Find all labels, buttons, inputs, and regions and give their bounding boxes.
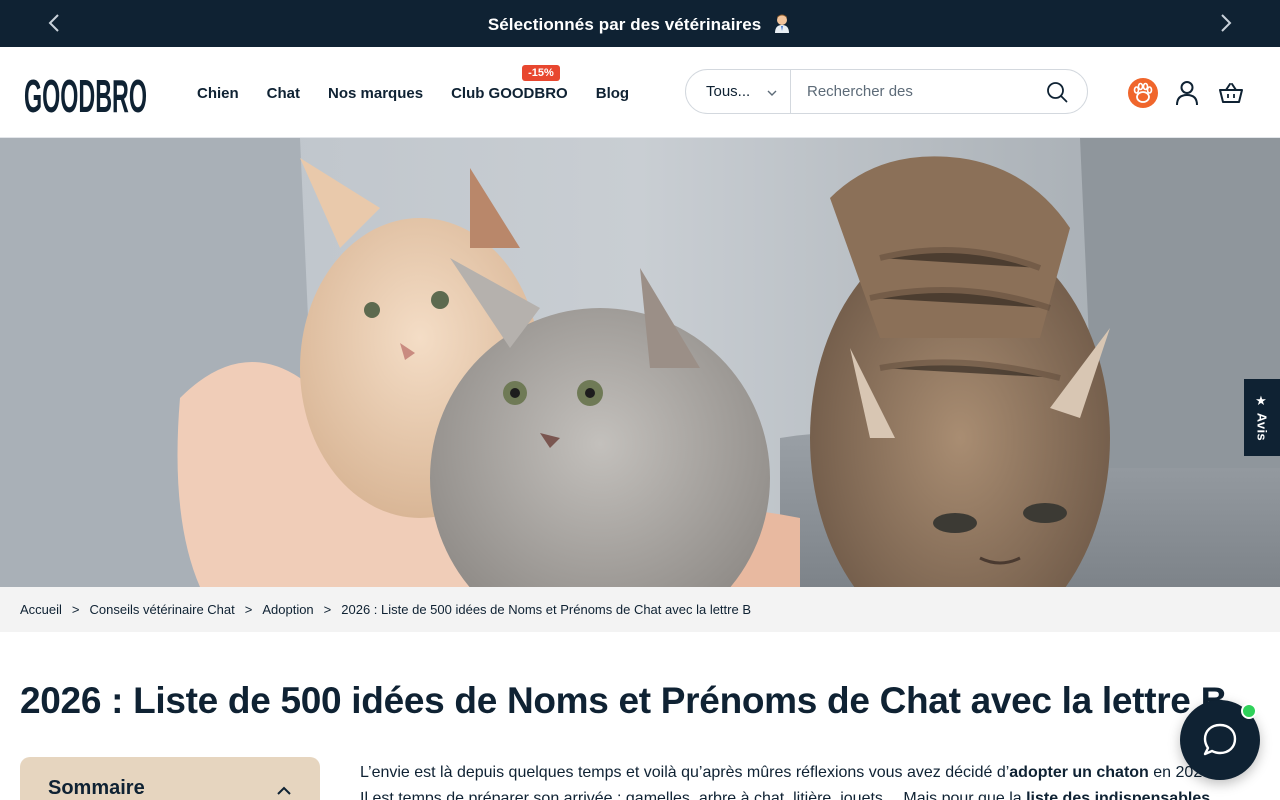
search-icon[interactable] [1045, 80, 1069, 104]
nav-item-nos-marques[interactable]: Nos marques [328, 85, 423, 102]
announcement-message: Sélectionnés par des vétérinaires [487, 14, 762, 34]
chat-bubble-icon [1203, 723, 1237, 756]
chevron-left-icon[interactable] [43, 12, 65, 34]
header-icons [1127, 77, 1259, 109]
site-header: GOODBRO Chien Chat Nos marques Club GOOD… [0, 47, 1280, 138]
basket-icon[interactable] [1215, 77, 1247, 109]
intro-text: Il est temps de préparer son arrivée : g… [360, 790, 1027, 800]
chevron-right-icon[interactable] [1215, 12, 1237, 34]
breadcrumb-separator: > [323, 602, 332, 617]
intro-line-1: L’envie est là depuis quelques temps et … [360, 760, 1260, 786]
reviews-tab[interactable]: ★ Avis [1244, 379, 1280, 456]
chevron-up-icon [276, 783, 292, 799]
page-title: 2026 : Liste de 500 idées de Noms et Pré… [20, 680, 1227, 721]
online-status-dot [1241, 703, 1257, 719]
nav-item-chien[interactable]: Chien [197, 85, 239, 102]
sommaire-label: Sommaire [48, 777, 145, 799]
paw-icon[interactable] [1127, 77, 1159, 109]
veterinarian-emoji-icon [772, 13, 792, 33]
user-icon[interactable] [1171, 77, 1203, 109]
intro-line-2: Il est temps de préparer son arrivée : g… [360, 786, 1260, 800]
table-of-contents-toggle[interactable]: Sommaire [20, 757, 320, 800]
nav-item-chat[interactable]: Chat [267, 85, 300, 102]
intro-text: L’envie est là depuis quelques temps et … [360, 764, 1010, 781]
intro-link-adopter[interactable]: adopter un chaton [1009, 764, 1149, 781]
announcement-bar: Sélectionnés par des vétérinaires [0, 0, 1280, 47]
search-bar: Tous... [685, 69, 1088, 114]
discount-badge: -15% [522, 65, 560, 81]
logo-text: GOODBRO [24, 70, 147, 117]
nav-item-blog[interactable]: Blog [596, 85, 629, 102]
breadcrumb-current: 2026 : Liste de 500 idées de Noms et Pré… [341, 602, 752, 617]
breadcrumb-conseils-chat[interactable]: Conseils vétérinaire Chat [90, 602, 235, 617]
intro-link-indispensables[interactable]: liste des indispensables [1026, 790, 1210, 800]
nav-item-club-goodbro[interactable]: Club GOODBRO -15% [451, 65, 568, 102]
hero-image-kittens [0, 138, 1280, 587]
announcement-text: Sélectionnés par des vétérinaires [488, 13, 792, 35]
article-intro: L’envie est là depuis quelques temps et … [360, 760, 1260, 800]
breadcrumb: Accueil > Conseils vétérinaire Chat > Ad… [0, 587, 1280, 632]
nav-item-club-label: Club GOODBRO [451, 85, 568, 102]
search-category-value: Tous... [706, 83, 751, 100]
breadcrumb-accueil[interactable]: Accueil [20, 602, 62, 617]
goodbro-logo[interactable]: GOODBRO [24, 69, 148, 122]
reviews-tab-label: ★ Avis [1254, 394, 1270, 441]
chat-widget-button[interactable] [1180, 700, 1260, 780]
search-category-select[interactable]: Tous... [686, 70, 791, 113]
breadcrumb-adoption[interactable]: Adoption [262, 602, 313, 617]
search-input[interactable] [791, 77, 1045, 106]
main-nav: Chien Chat Nos marques Club GOODBRO -15% … [197, 65, 657, 102]
breadcrumb-separator: > [71, 602, 80, 617]
breadcrumb-separator: > [244, 602, 253, 617]
chevron-down-icon [766, 86, 778, 98]
